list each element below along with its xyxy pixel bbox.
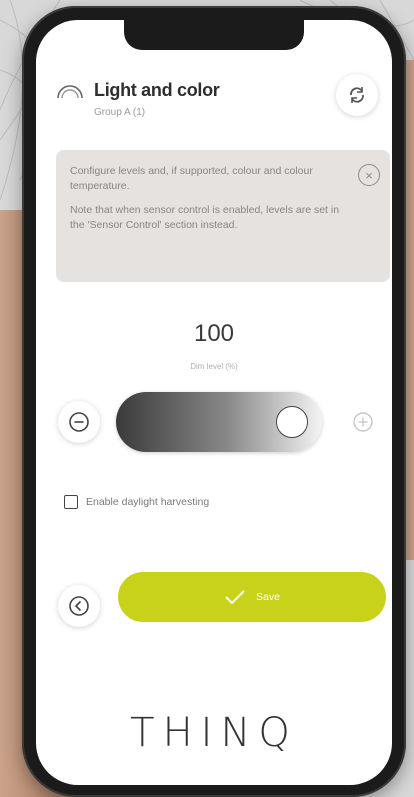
brand-logo: THINQ [130,710,298,756]
sync-icon [350,87,364,103]
decrease-button[interactable] [58,401,100,443]
check-icon [225,590,245,605]
app-screen: Light and color Group A (1) Configure le… [36,20,392,785]
back-button[interactable] [58,585,100,627]
group-subtitle: Group A (1) [94,107,146,118]
info-text-1: Configure levels and, if supported, colo… [70,165,313,192]
level-value: 100 [193,320,235,347]
slider-thumb[interactable] [276,406,308,438]
close-icon: × [365,167,373,183]
info-text-2: Note that when sensor control is enabled… [70,204,340,231]
close-info-button[interactable]: × [358,164,380,186]
daylight-harvesting-row[interactable]: Enable daylight harvesting [64,492,209,512]
sync-button[interactable] [336,74,378,116]
phone-notch [124,20,304,50]
page-title: Light and color [94,80,220,100]
save-label: Save [256,591,280,603]
level-label: Dim level (%) [190,362,238,371]
daylight-harvesting-label: Enable daylight harvesting [86,496,210,508]
info-box: Configure levels and, if supported, colo… [56,150,390,282]
save-button[interactable]: Save [118,572,386,622]
level-slider[interactable] [116,392,322,452]
bulb-arc-icon [57,85,83,99]
increase-button[interactable] [342,401,384,443]
plus-icon [353,412,373,432]
header: Light and color Group A (1) [56,74,378,130]
daylight-harvesting-checkbox[interactable] [64,495,78,509]
back-icon [69,596,89,616]
minus-icon [69,412,89,432]
